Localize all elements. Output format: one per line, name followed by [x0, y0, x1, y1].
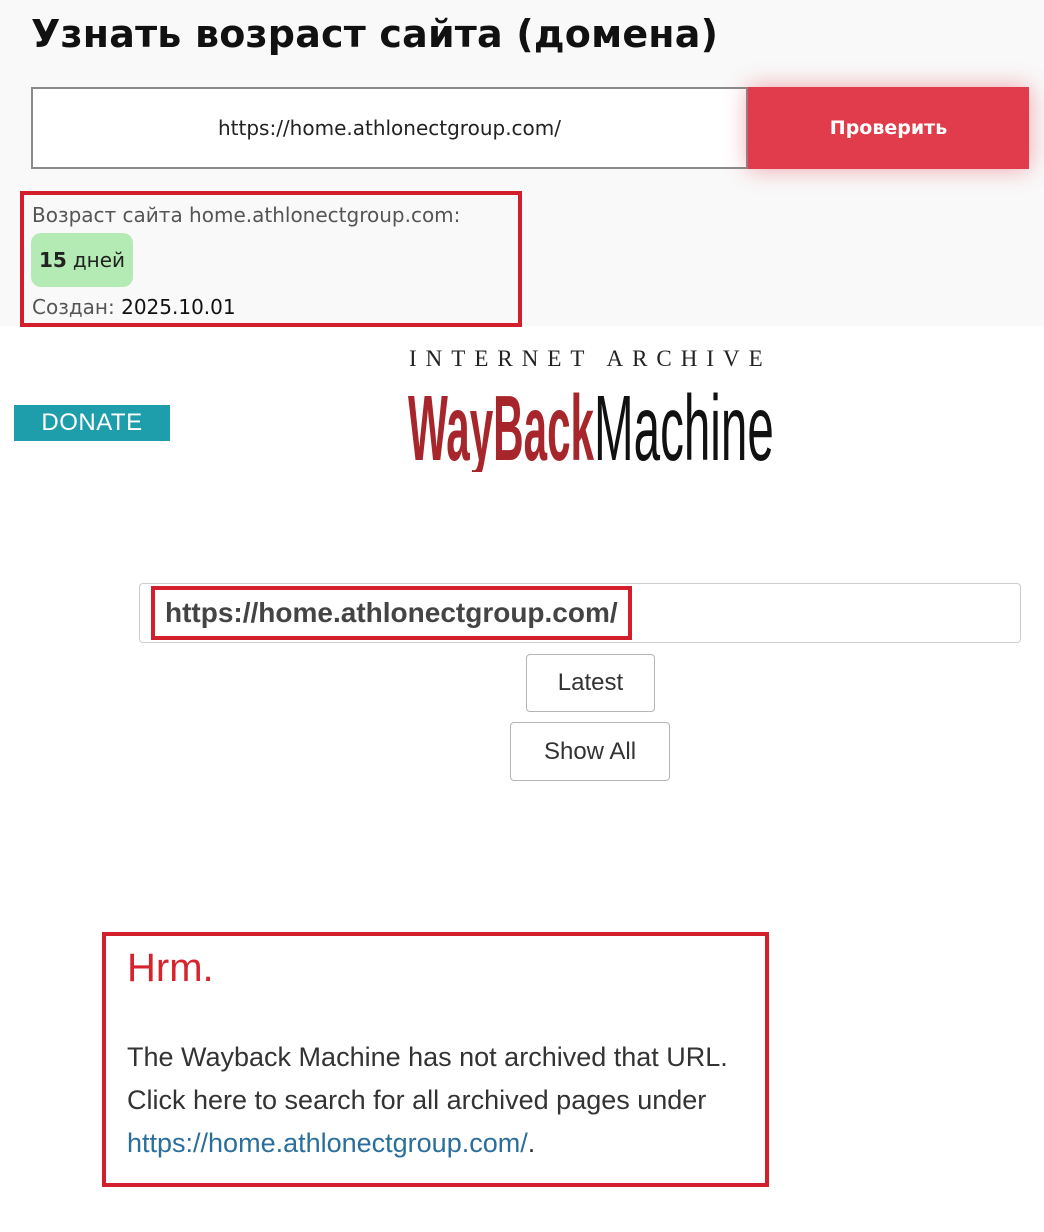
internet-archive-logo-text: INTERNET ARCHIVE: [409, 346, 772, 371]
age-badge: 15 дней: [31, 233, 134, 287]
message-link-suffix: .: [527, 1128, 536, 1158]
age-unit: дней: [72, 248, 126, 272]
wayback-search-box[interactable]: https://home.athlonectgroup.com/: [139, 583, 1021, 643]
message-line2: Click here to search for all archived pa…: [127, 1085, 707, 1115]
donate-button[interactable]: DONATE: [14, 405, 170, 441]
age-label: Возраст сайта home.athlonectgroup.com:: [32, 203, 461, 227]
not-archived-message: Hrm. The Wayback Machine has not archive…: [102, 932, 769, 1187]
show-all-button[interactable]: Show All: [510, 722, 670, 781]
domain-age-panel: Узнать возраст сайта (домена) Проверить …: [0, 0, 1044, 327]
page-title: Узнать возраст сайта (домена): [31, 12, 719, 56]
wayback-search-url[interactable]: https://home.athlonectgroup.com/: [151, 586, 632, 640]
logo-wayback-text: WayBack: [408, 377, 594, 472]
created-value: 2025.10.01: [121, 295, 236, 319]
check-button[interactable]: Проверить: [748, 87, 1029, 169]
age-number: 15: [39, 248, 67, 272]
logo-machine-text: Machine: [594, 377, 774, 472]
created-label: Создан:: [32, 295, 115, 319]
message-text: The Wayback Machine has not archived tha…: [127, 1036, 767, 1165]
message-title: Hrm.: [127, 946, 214, 990]
url-input[interactable]: [31, 87, 748, 169]
archived-pages-link[interactable]: https://home.athlonectgroup.com/: [127, 1128, 528, 1158]
latest-button[interactable]: Latest: [526, 654, 655, 712]
message-line1: The Wayback Machine has not archived tha…: [127, 1042, 728, 1072]
created-line: Создан: 2025.10.01: [32, 295, 236, 319]
result-highlight-box: Возраст сайта home.athlonectgroup.com: 1…: [20, 191, 522, 327]
wayback-machine-logo[interactable]: WayBack Machine: [408, 376, 778, 472]
